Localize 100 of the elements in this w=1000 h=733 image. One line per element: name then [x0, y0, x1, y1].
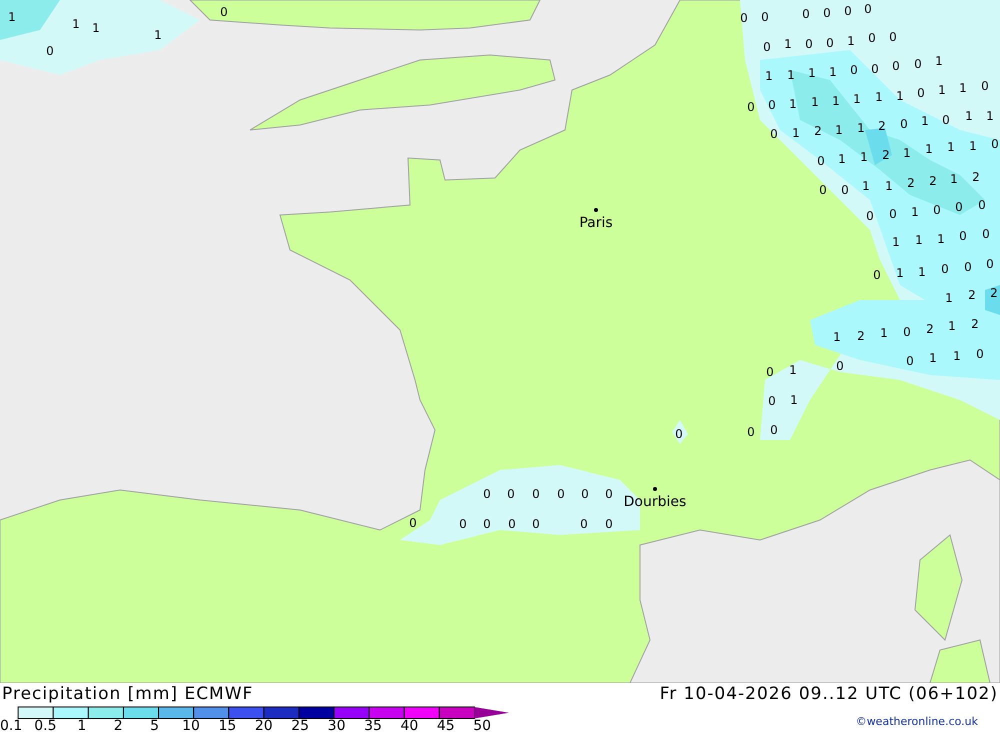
precipitation-value: 1 [862, 179, 870, 193]
precipitation-value: 1 [808, 66, 816, 80]
precipitation-value: 1 [885, 179, 893, 193]
legend-tick-label: 15 [218, 718, 236, 733]
precipitation-value: 1 [892, 235, 900, 249]
precipitation-value: 0 [581, 487, 589, 501]
precipitation-value: 1 [915, 233, 923, 247]
precipitation-value: 0 [933, 203, 941, 217]
legend-tick-label: 10 [182, 718, 200, 733]
legend-tick-label: 50 [473, 718, 492, 733]
precipitation-value: 0 [906, 354, 914, 368]
precipitation-value: 1 [921, 114, 929, 128]
precipitation-value: 0 [747, 425, 755, 439]
precipitation-value: 0 [903, 325, 911, 339]
precipitation-value: 2 [907, 176, 915, 190]
precipitation-value: 0 [844, 4, 852, 18]
precipitation-value: 0 [976, 347, 984, 361]
precipitation-value: 1 [787, 68, 795, 82]
precipitation-value: 0 [532, 517, 540, 531]
precipitation-value: 0 [826, 36, 834, 50]
precipitation-value: 2 [972, 170, 980, 184]
precipitation-value: 0 [761, 10, 769, 24]
precipitation-value: 1 [965, 109, 973, 123]
precipitation-value: 1 [938, 83, 946, 97]
precipitation-value: 1 [935, 54, 943, 68]
precipitation-value: 1 [896, 266, 904, 280]
precipitation-value: 0 [605, 517, 613, 531]
legend-tick-label: 40 [400, 718, 418, 733]
precipitation-value: 0 [959, 229, 967, 243]
precipitation-value: 1 [811, 95, 819, 109]
precipitation-value: 0 [675, 427, 683, 441]
legend-tick-label: 0.5 [34, 718, 57, 733]
precipitation-value: 0 [864, 2, 872, 16]
precipitation-value: 1 [937, 232, 945, 246]
precipitation-value: 1 [838, 152, 846, 166]
legend-title: Precipitation [mm] ECMWF [1, 683, 254, 705]
precipitation-value: 1 [925, 142, 933, 156]
precipitation-value: 1 [832, 94, 840, 108]
precipitation-value: 0 [805, 37, 813, 51]
precipitation-value: 1 [853, 92, 861, 106]
precipitation-value: 1 [72, 17, 80, 31]
precipitation-value: 0 [459, 517, 467, 531]
precipitation-value: 2 [878, 119, 886, 133]
legend-tick-label: 20 [254, 718, 273, 733]
credit-text: ©weatheronline.co.uk [856, 715, 979, 728]
precipitation-value: 2 [971, 317, 979, 331]
precipitation-value: 0 [220, 5, 228, 19]
precipitation-value: 0 [409, 516, 417, 530]
city-label: Paris [579, 215, 613, 231]
city-label: Dourbies [624, 494, 686, 510]
precipitation-value: 0 [873, 268, 881, 282]
legend-tick-label: 5 [150, 718, 160, 733]
precipitation-value: 0 [866, 209, 874, 223]
legend-tick-label: 45 [436, 718, 455, 733]
precipitation-value: 2 [990, 286, 998, 300]
precipitation-value: 0 [964, 260, 972, 274]
precipitation-value: 0 [841, 183, 849, 197]
precipitation-value: 2 [882, 148, 890, 162]
precipitation-value: 2 [926, 322, 934, 336]
city-dot-icon [653, 487, 657, 491]
precipitation-value: 0 [508, 517, 516, 531]
precipitation-value: 0 [763, 40, 771, 54]
precipitation-value: 0 [768, 394, 776, 408]
precipitation-value: 1 [947, 140, 955, 154]
precipitation-value: 1 [792, 126, 800, 140]
legend-tick-label: 30 [328, 718, 346, 733]
precipitation-value: 0 [823, 6, 831, 20]
precipitation-value: 1 [903, 146, 911, 160]
precipitation-value: 1 [875, 90, 883, 104]
precipitation-value: 0 [557, 487, 565, 501]
precipitation-value: 1 [154, 28, 162, 42]
precipitation-value: 1 [986, 109, 994, 123]
precipitation-value: 0 [850, 63, 858, 77]
precipitation-value: 0 [532, 487, 540, 501]
precipitation-value: 1 [880, 326, 888, 340]
precipitation-value: 1 [92, 21, 100, 35]
precipitation-value: 0 [605, 487, 613, 501]
precipitation-value: 0 [868, 31, 876, 45]
valid-time-label: Fr 10-04-2026 09..12 UTC (06+102) [660, 683, 998, 705]
precipitation-value: 2 [814, 124, 822, 138]
precipitation-value: 0 [900, 117, 908, 131]
precipitation-value: 0 [917, 86, 925, 100]
precipitation-value: 0 [580, 517, 588, 531]
precipitation-value: 1 [929, 351, 937, 365]
precipitation-value: 0 [836, 359, 844, 373]
precipitation-value: 0 [507, 487, 515, 501]
precipitation-value: 0 [819, 183, 827, 197]
precipitation-value: 1 [8, 10, 16, 24]
precipitation-value: 1 [896, 89, 904, 103]
legend-tick-label: 2 [114, 718, 123, 733]
legend-tick-label: 35 [364, 718, 382, 733]
legend-tick-label: 0.1 [0, 718, 22, 733]
precipitation-value: 1 [918, 265, 926, 279]
precipitation-value: 1 [789, 363, 797, 377]
precipitation-value: 0 [46, 44, 54, 58]
precipitation-value: 0 [942, 113, 950, 127]
precipitation-value: 0 [914, 57, 922, 71]
precipitation-value: 1 [969, 139, 977, 153]
precipitation-value: 0 [817, 154, 825, 168]
precipitation-value: 1 [857, 121, 865, 135]
